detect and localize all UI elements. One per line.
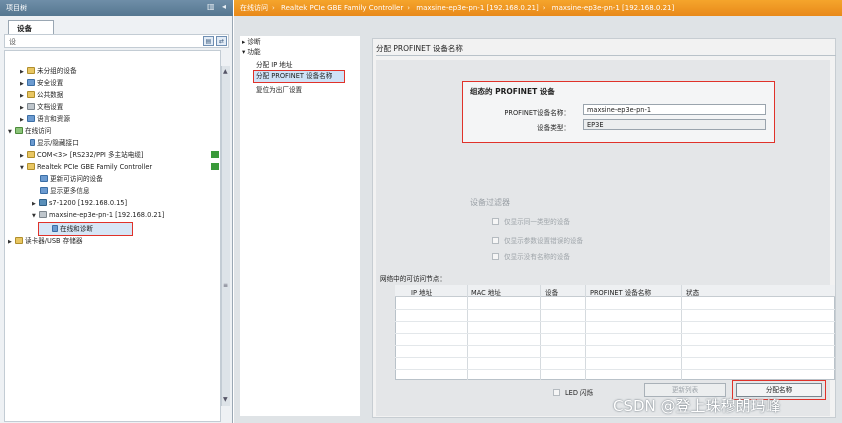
- column-profinet-name[interactable]: PROFINET 设备名称: [590, 287, 651, 297]
- tab-devices[interactable]: 设备: [8, 20, 54, 34]
- tree-item-languages[interactable]: ▶ 语言和资源: [20, 114, 70, 124]
- collapse-icon[interactable]: ▼: [32, 211, 39, 221]
- led-flash-toggle[interactable]: LED 闪烁: [553, 387, 593, 397]
- watermark: CSDN @登上珠穆朗玛峰: [613, 397, 781, 415]
- project-tree-header: 项目树 ▥ ◂: [0, 0, 233, 16]
- filter-wrong-params[interactable]: 仅显示参数设置错误的设备: [492, 235, 583, 245]
- device-name-field[interactable]: maxsine-ep3e-pn-1: [583, 104, 766, 115]
- nav-item-diagnostics[interactable]: ▸ 诊断: [242, 38, 261, 47]
- cable-icon: [27, 151, 35, 158]
- tree-item-maxsine-drive[interactable]: ▼ maxsine-ep3e-pn-1 [192.168.0.21]: [32, 210, 164, 220]
- checkbox[interactable]: [553, 389, 560, 396]
- column-status[interactable]: 状态: [686, 287, 699, 297]
- breadcrumb-item[interactable]: maxsine-ep3e-pn-1 [192.168.0.21]: [416, 4, 538, 12]
- breadcrumb-separator-icon: ›: [407, 4, 411, 12]
- expand-icon[interactable]: ▶: [8, 237, 15, 247]
- tree-item-security-settings[interactable]: ▶ 安全设置: [20, 78, 63, 88]
- expand-icon[interactable]: ▶: [20, 91, 27, 101]
- tree-item-com3[interactable]: ▶ COM<3> [RS232/PPI 多主站电缆]: [20, 150, 144, 160]
- page-title: 分配 PROFINET 设备名称: [376, 44, 463, 53]
- configured-device-title: 组态的 PROFINET 设备: [470, 87, 555, 96]
- filter-no-name[interactable]: 仅显示没有名称的设备: [492, 251, 570, 261]
- globe-icon: [27, 115, 35, 122]
- checkbox[interactable]: [492, 253, 499, 260]
- scroll-up-icon[interactable]: ▲: [223, 68, 228, 75]
- breadcrumb-separator-icon: ›: [542, 4, 546, 12]
- nav-item-assign-profinet-name[interactable]: 分配 PROFINET 设备名称: [256, 72, 332, 81]
- table-row: [395, 345, 835, 346]
- breadcrumb-item[interactable]: maxsine-ep3e-pn-1 [192.168.0.21]: [552, 4, 674, 12]
- plc-icon: [39, 199, 47, 206]
- breadcrumb-separator-icon: ›: [272, 4, 275, 12]
- ethernet-icon: [27, 163, 35, 170]
- tree-item-show-more-info[interactable]: 显示更多信息: [40, 186, 90, 196]
- collapse-icon[interactable]: ▼: [20, 163, 27, 173]
- connected-flag-icon: [211, 163, 219, 170]
- breadcrumb-item[interactable]: Realtek PCIe GBE Family Controller: [281, 4, 403, 12]
- tree-item-realtek-adapter[interactable]: ▼ Realtek PCIe GBE Family Controller: [20, 162, 152, 172]
- export-icon[interactable]: ⇄: [216, 36, 227, 46]
- expand-icon[interactable]: ▶: [20, 67, 27, 77]
- info-icon: [40, 187, 48, 194]
- network-icon: [15, 127, 23, 134]
- expand-icon[interactable]: ▶: [20, 115, 27, 125]
- collapse-icon[interactable]: ▼: [8, 127, 15, 137]
- table-row: [395, 357, 835, 358]
- device-type-field: EP3E: [583, 119, 766, 130]
- expand-icon[interactable]: ▶: [32, 199, 39, 209]
- column-device[interactable]: 设备: [545, 287, 558, 297]
- checkbox[interactable]: [492, 237, 499, 244]
- collapse-left-icon[interactable]: ◂: [222, 2, 226, 11]
- folder-icon: [27, 67, 35, 74]
- tree-scrollbar[interactable]: ▲ ≡ ▼: [221, 66, 230, 406]
- table-row: [395, 369, 835, 370]
- tree-item-show-interfaces[interactable]: 显示/隐藏接口: [30, 138, 79, 148]
- document-icon: [27, 103, 35, 110]
- device-type-label: 设备类型：: [537, 124, 570, 132]
- tree-item-update-accessible[interactable]: 更新可访问的设备: [40, 174, 103, 184]
- drive-icon: [39, 211, 47, 218]
- nav-item-functions[interactable]: ▾ 功能: [242, 48, 261, 57]
- expand-icon[interactable]: ▶: [20, 151, 27, 161]
- table-row: [395, 333, 835, 334]
- tree-toolbar: 设 ▤ ⇄: [4, 34, 229, 48]
- nav-item-assign-ip[interactable]: 分配 IP 地址: [256, 61, 293, 70]
- tree-item-common-data[interactable]: ▶ 公共数据: [20, 90, 63, 100]
- scroll-down-icon[interactable]: ▼: [223, 396, 228, 403]
- tree-item-s7-1200[interactable]: ▶ s7-1200 [192.168.0.15]: [32, 198, 127, 208]
- interface-icon: [30, 139, 35, 146]
- refresh-icon: [40, 175, 48, 182]
- filter-same-type[interactable]: 仅显示同一类型的设备: [492, 216, 570, 226]
- breadcrumb-item[interactable]: 在线访问: [240, 4, 268, 12]
- title-divider: [376, 55, 836, 56]
- folder-icon: [27, 91, 35, 98]
- table-row: [395, 321, 835, 322]
- checkbox[interactable]: [492, 218, 499, 225]
- tree-item-online-diagnostics[interactable]: 在线和诊断: [52, 224, 93, 234]
- device-name-label: PROFINET设备名称：: [504, 109, 570, 117]
- tree-item-document-settings[interactable]: ▶ 文档设置: [20, 102, 63, 112]
- breadcrumb: 在线访问 › Realtek PCIe GBE Family Controller…: [234, 0, 842, 16]
- tree-item-online-access[interactable]: ▼ 在线访问: [8, 126, 51, 136]
- shield-icon: [27, 79, 35, 86]
- scroll-grip-icon[interactable]: ≡: [223, 282, 228, 289]
- device-filter-title: 设备过滤器: [470, 198, 510, 207]
- tree-item-ungrouped-devices[interactable]: ▶ 未分组的设备: [20, 66, 77, 76]
- accessible-nodes-title: 网络中的可访问节点：: [380, 275, 446, 283]
- column-ip[interactable]: IP 地址: [411, 287, 432, 297]
- tree-item-card-reader[interactable]: ▶ 读卡器/USB 存储器: [8, 236, 82, 246]
- usb-icon: [15, 237, 23, 244]
- tree-toolbar-hint: 设: [9, 38, 16, 46]
- expand-icon[interactable]: ▶: [20, 79, 27, 89]
- nav-item-factory-reset[interactable]: 复位为出厂设置: [256, 86, 302, 95]
- expand-icon[interactable]: ▶: [20, 103, 27, 113]
- connected-flag-icon: [211, 151, 219, 158]
- diagnostics-icon: [52, 225, 58, 232]
- list-view-icon[interactable]: ▤: [203, 36, 214, 46]
- project-tree-title: 项目树: [6, 4, 27, 12]
- panel-layout-icon[interactable]: ▥: [207, 2, 215, 11]
- table-row: [395, 309, 835, 310]
- column-mac[interactable]: MAC 地址: [471, 287, 501, 297]
